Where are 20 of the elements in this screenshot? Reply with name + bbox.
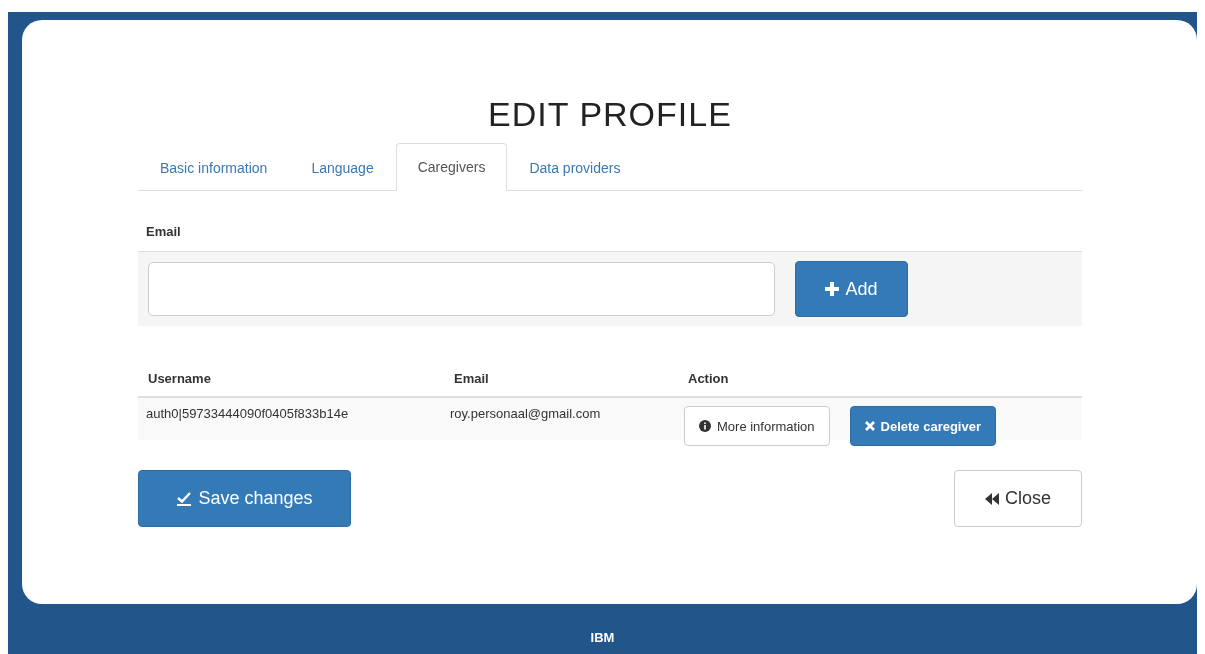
field-label: Email <box>145 224 182 239</box>
plus-icon <box>825 282 840 296</box>
footer-text: IBM <box>589 630 616 645</box>
delete-caregiver-button[interactable]: Delete caregiver <box>849 406 996 446</box>
check-icon <box>176 491 193 506</box>
tab[interactable]: Data providers <box>507 144 643 191</box>
dialog-title: EDIT PROFILE <box>487 94 733 134</box>
table-cell: roy.personaal@gmail.com <box>444 397 678 440</box>
table-cell: auth0|59733444090f0405f833b14e <box>138 397 444 440</box>
add-button[interactable]: Add <box>795 261 908 317</box>
save-changes-button[interactable]: Save changes <box>138 470 351 527</box>
email-field[interactable] <box>148 262 775 316</box>
rewind-icon <box>985 492 999 505</box>
tab[interactable]: Basic information <box>138 144 290 191</box>
tab[interactable]: Language <box>289 144 396 191</box>
close-button[interactable]: Close <box>954 470 1082 527</box>
info-icon <box>699 420 711 432</box>
tab[interactable]: Caregivers <box>395 143 508 191</box>
close-icon <box>864 421 875 431</box>
more-information-button[interactable]: More information <box>684 406 830 446</box>
